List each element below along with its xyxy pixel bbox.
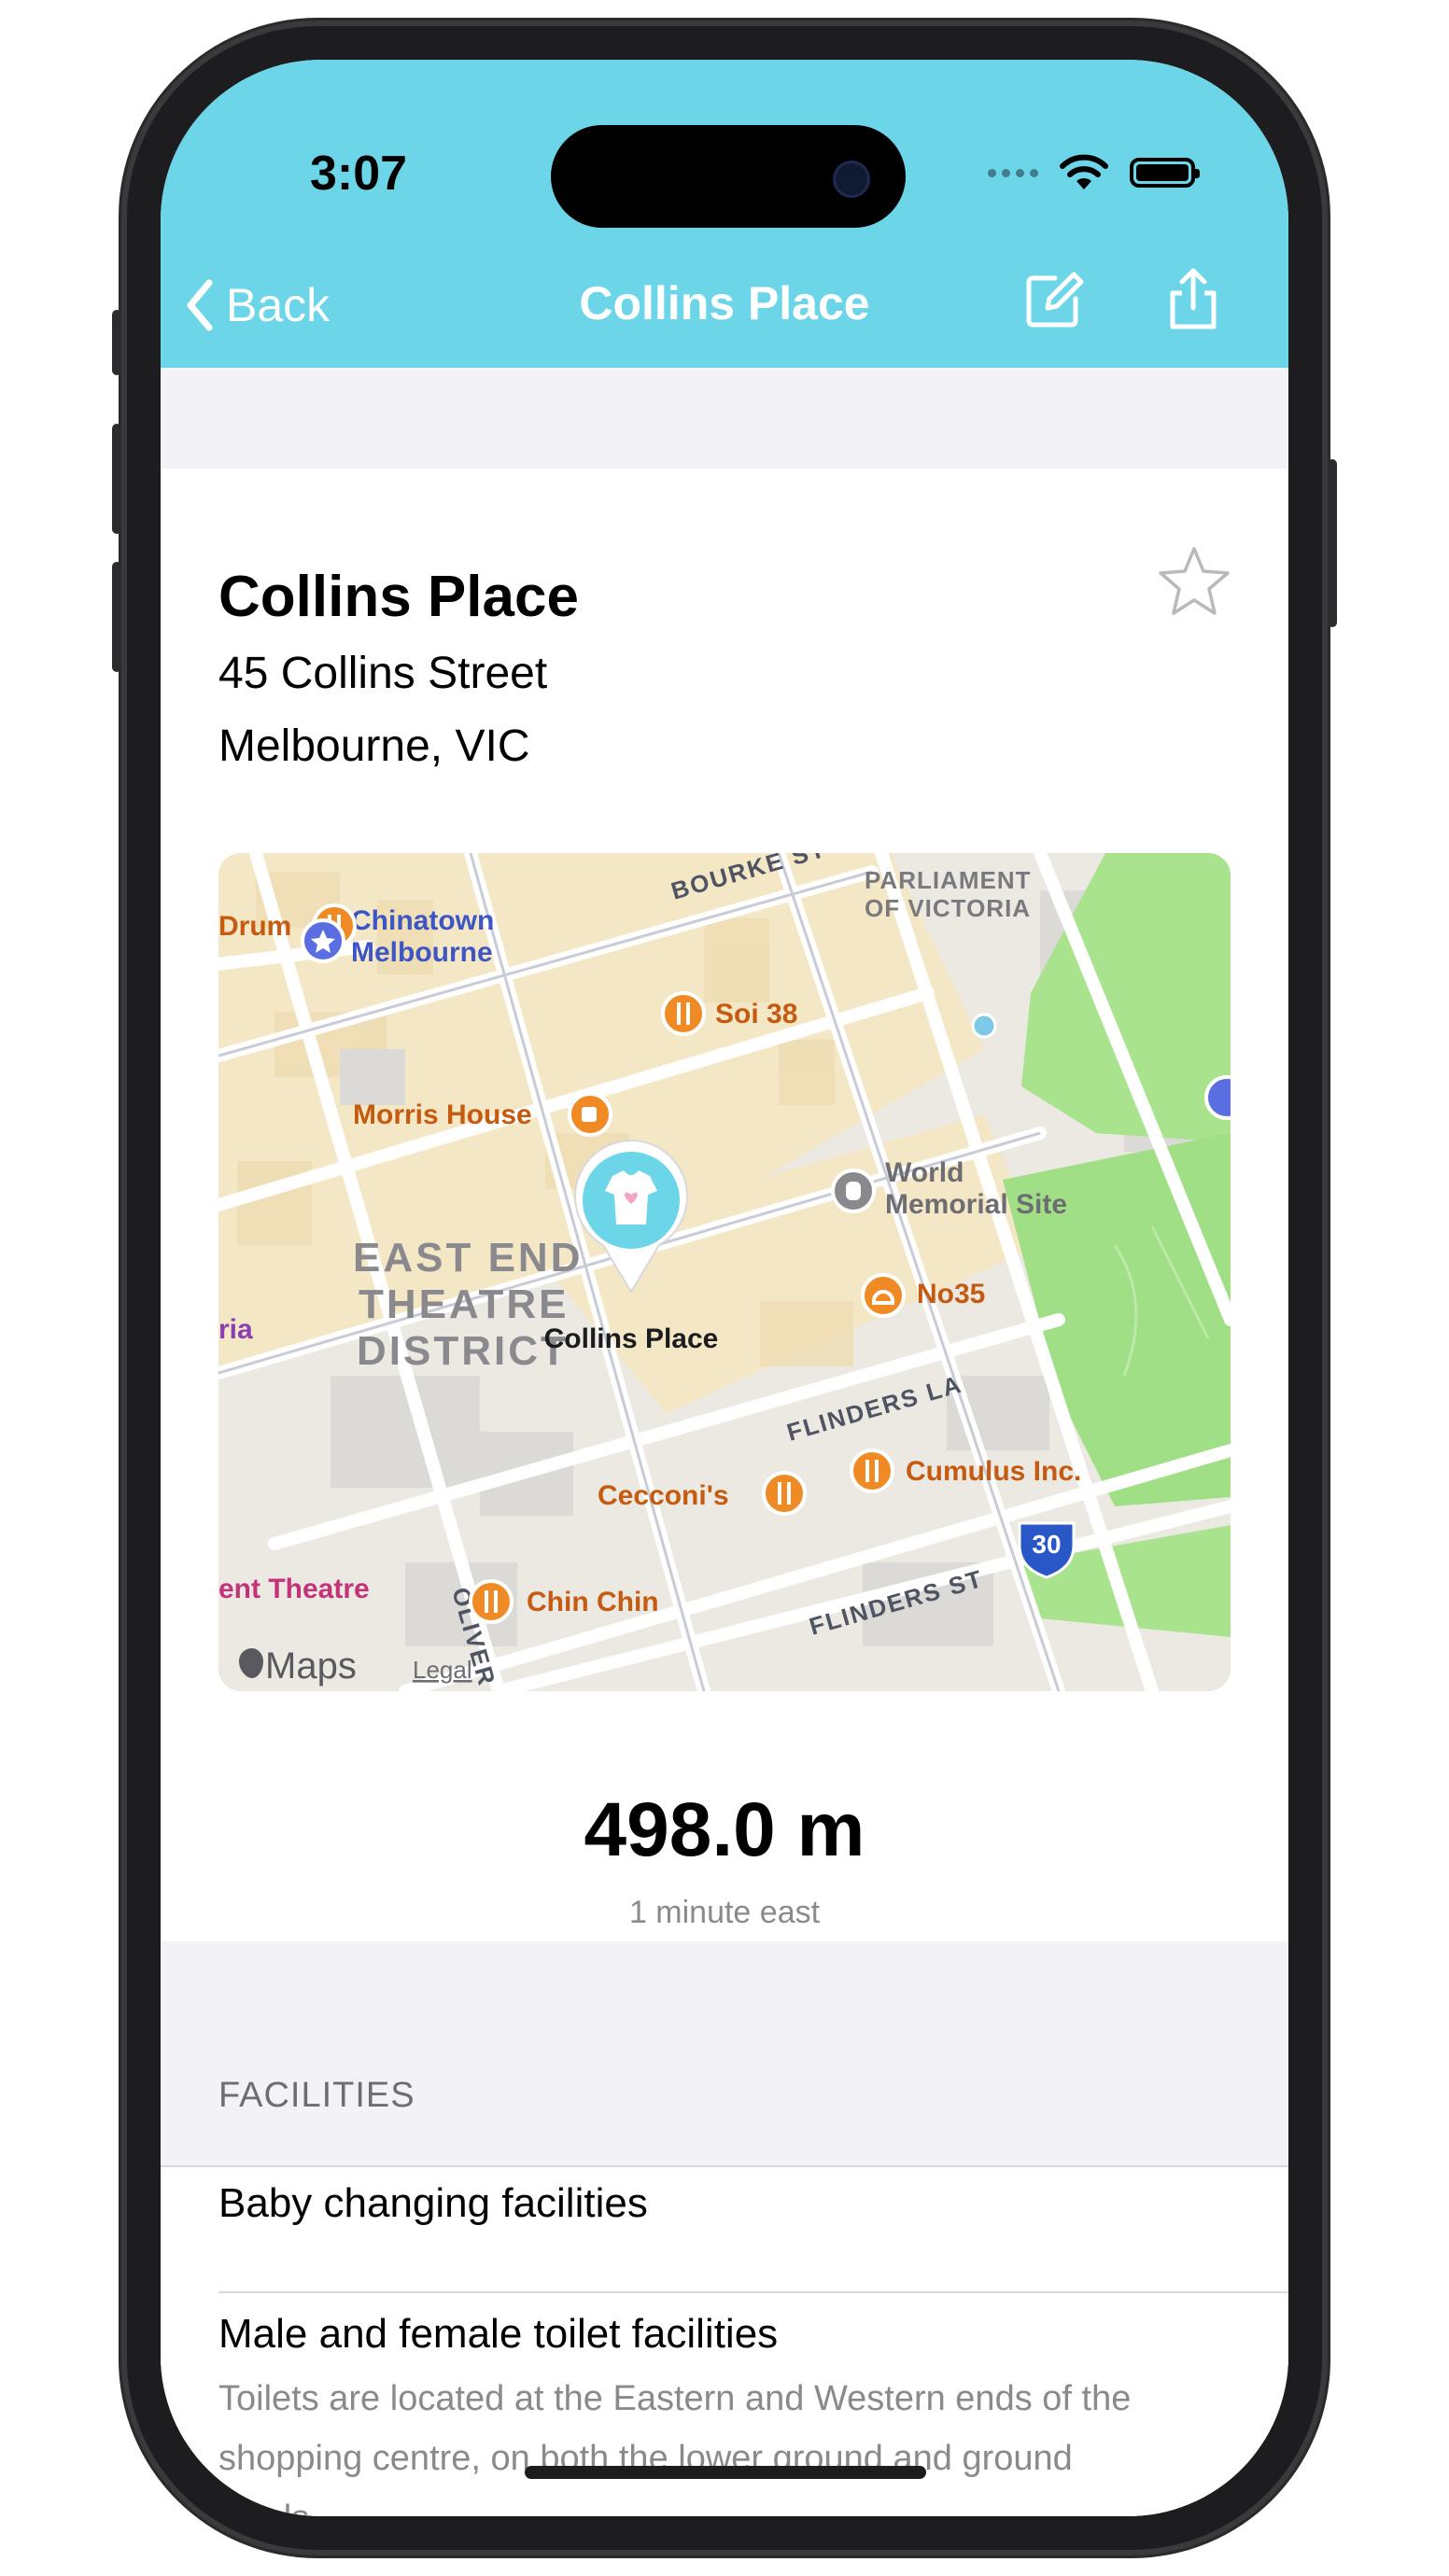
poi-label: No35 (917, 1279, 985, 1309)
poi-label: Chinatown (351, 905, 494, 936)
landmark-label: PARLIAMENT (865, 866, 1032, 894)
landmark-star-icon[interactable] (301, 918, 345, 963)
svg-text:30: 30 (1032, 1530, 1061, 1559)
legal-link[interactable]: Legal (413, 1656, 472, 1684)
address-line-1: 45 Collins Street (218, 649, 548, 698)
eta-text: 1 minute east (628, 1895, 821, 1930)
phone-frame: 3:07 Back Collins Place Collins Place 45… (112, 21, 1337, 2555)
divider (218, 2291, 1288, 2293)
divider (161, 2165, 1288, 2167)
nav-bar: 3:07 Back Collins Place (161, 60, 1288, 368)
dynamic-island (551, 125, 906, 228)
poi-label: Cecconi's (598, 1480, 729, 1511)
poi-label: World (885, 1157, 964, 1188)
edit-icon[interactable] (1020, 267, 1087, 334)
address-line-2: Melbourne, VIC (218, 721, 530, 771)
wifi-icon (1060, 154, 1108, 189)
poi-label: Chin Chin (527, 1587, 659, 1617)
memorial-icon[interactable] (831, 1169, 876, 1213)
favorite-star-icon[interactable] (1156, 543, 1232, 620)
power-button[interactable] (1328, 459, 1337, 627)
home-indicator[interactable] (525, 2466, 926, 2479)
district-label: DISTRICT (357, 1328, 569, 1374)
signal-icon (988, 168, 1038, 177)
action-button[interactable] (112, 310, 121, 375)
map-view[interactable]: Drum Chinatown Melbourne Soi 38 Morris H… (218, 853, 1231, 1691)
screen: 3:07 Back Collins Place Collins Place 45… (161, 60, 1288, 2516)
volume-up-button[interactable] (112, 424, 121, 534)
nav-title: Collins Place (579, 277, 870, 329)
pin-label: Collins Place (544, 1323, 719, 1354)
distance-value: 498.0 m (584, 1787, 865, 1872)
restaurant-icon[interactable] (469, 1579, 513, 1624)
district-label: THEATRE (359, 1281, 570, 1327)
facility-item-title: Male and female toilet facilities (218, 2311, 779, 2357)
restaurant-icon[interactable] (762, 1471, 807, 1516)
status-time: 3:07 (310, 147, 408, 201)
facilities-section-bg (161, 1941, 1288, 2165)
poi-label: Morris House (353, 1099, 532, 1130)
poi-label: Drum (218, 911, 291, 942)
poi-label: ent Theatre (218, 1574, 370, 1604)
poi-label: Melbourne (351, 937, 493, 968)
volume-down-button[interactable] (112, 562, 121, 672)
facility-item-title: Baby changing facilities (218, 2180, 648, 2226)
hotel-bell-icon[interactable] (861, 1273, 906, 1318)
district-label: EAST END (353, 1235, 583, 1281)
restaurant-icon[interactable] (850, 1449, 894, 1493)
facility-item-description: Toilets are located at the Eastern and W… (218, 2379, 1132, 2516)
place-name: Collins Place (218, 565, 579, 629)
landmark-star-icon[interactable] (1204, 1075, 1231, 1120)
camera-icon (833, 161, 870, 198)
poi-label: Cumulus Inc. (906, 1456, 1081, 1487)
poi-label: ria (218, 1314, 253, 1345)
restaurant-icon[interactable] (661, 991, 706, 1036)
share-icon[interactable] (1160, 267, 1227, 334)
status-indicators (988, 149, 1200, 196)
poi-label: Memorial Site (885, 1189, 1067, 1220)
section-header-facilities: FACILITIES (218, 2076, 415, 2115)
group-spacer (161, 368, 1288, 469)
poi-label: Soi 38 (715, 999, 797, 1029)
cafe-icon[interactable] (568, 1092, 612, 1137)
svg-text:Maps: Maps (265, 1645, 357, 1687)
landmark-label: OF VICTORIA (865, 894, 1031, 922)
battery-icon (1130, 158, 1200, 188)
